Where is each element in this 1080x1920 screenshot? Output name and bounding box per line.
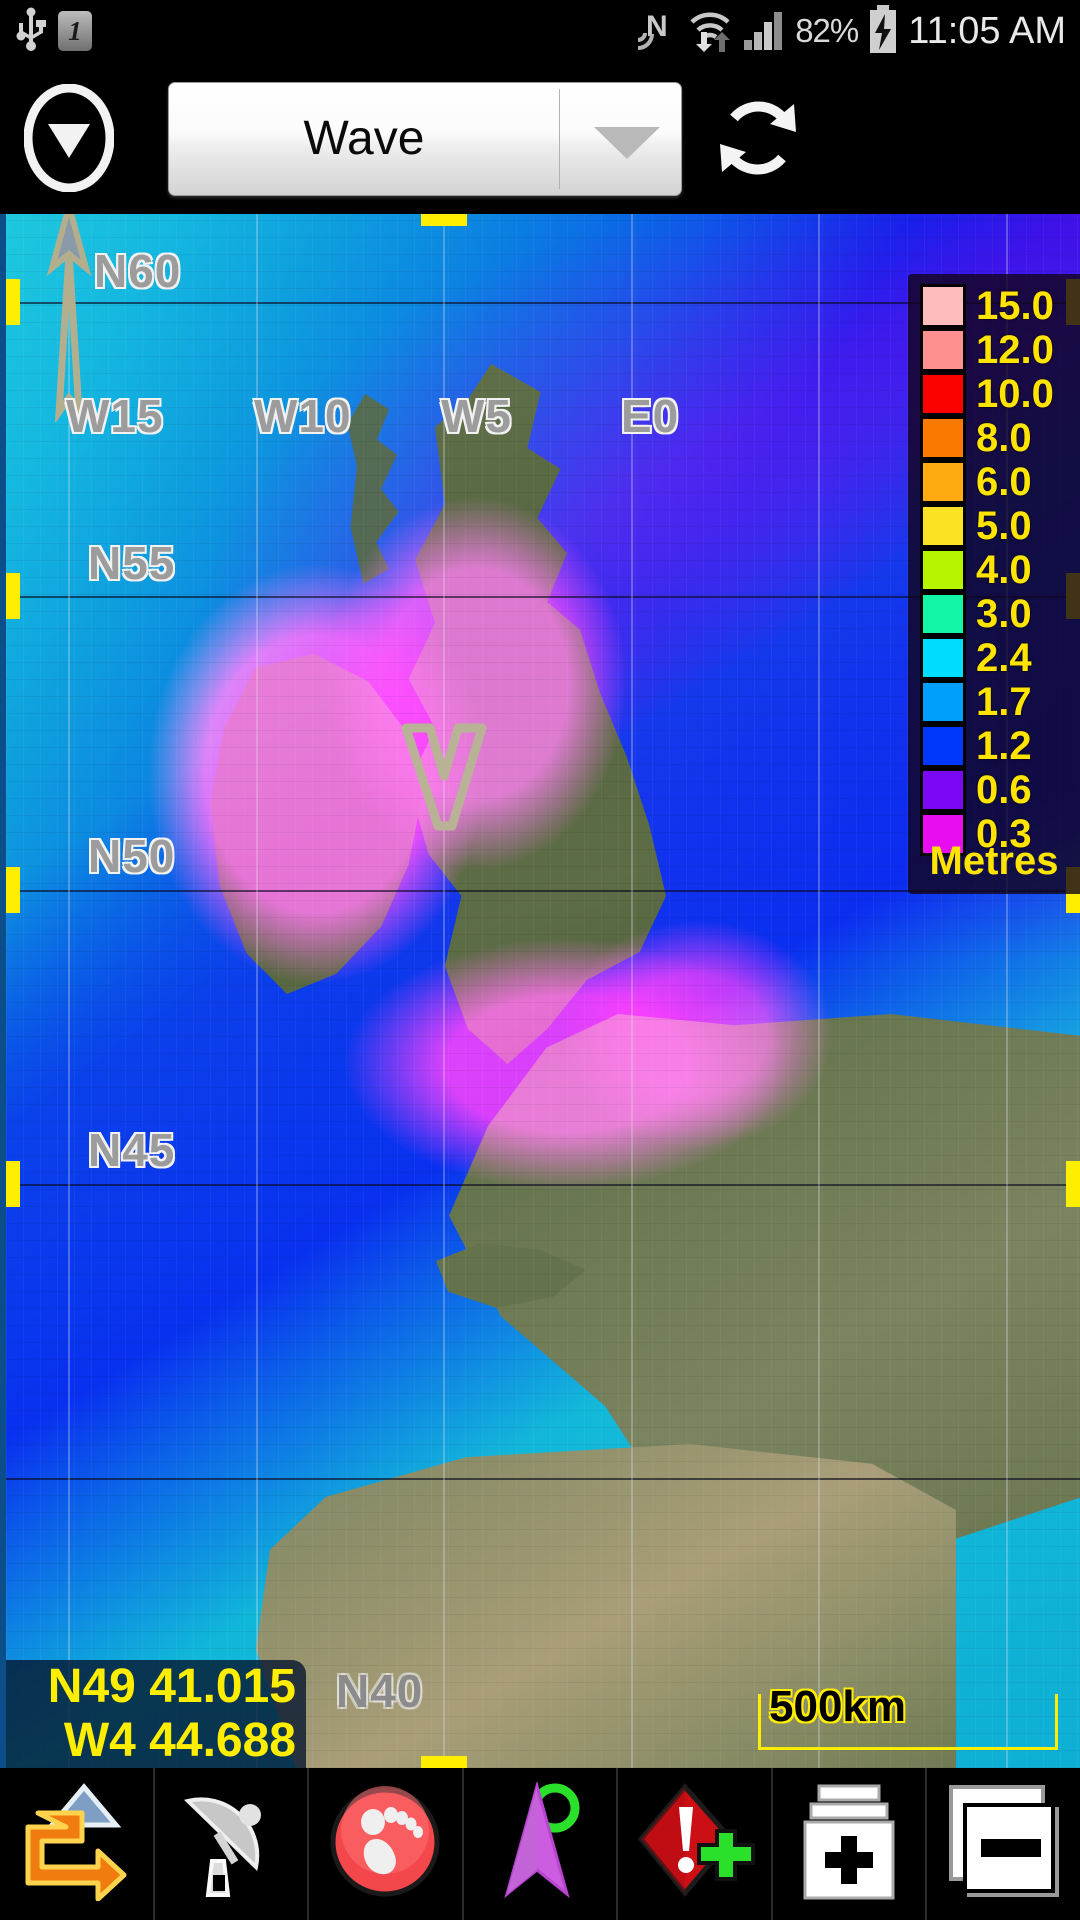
add-alarm-button[interactable]: [618, 1768, 773, 1920]
legend-value: 0.6: [976, 768, 1032, 812]
refresh-icon: [710, 101, 806, 190]
nfc-icon: N: [634, 6, 678, 57]
legend-swatch: [920, 416, 966, 460]
grid-label-e0: E0: [621, 390, 680, 442]
circle-down-caret-icon: [23, 83, 115, 196]
scale-bar: 500km: [758, 1682, 1058, 1750]
navigate-button[interactable]: [464, 1768, 619, 1920]
legend-value: 4.0: [976, 548, 1032, 592]
menu-button[interactable]: [23, 83, 115, 193]
battery-percent-label: 82%: [795, 12, 859, 49]
chevron-down-icon: [594, 127, 660, 159]
svg-text:N: N: [646, 10, 668, 43]
red-footprint-icon: [325, 1782, 445, 1907]
edge-tick-left-n50: [6, 867, 20, 913]
legend-value: 10.0: [976, 372, 1054, 416]
map-minus-icon: [945, 1783, 1063, 1906]
status-bar: 1 N 82% 11:05 AM: [0, 0, 1080, 62]
legend-unit-label: Metres: [929, 839, 1059, 883]
edge-tick-bottom-w5: [421, 1756, 467, 1768]
legend-value: 6.0: [976, 460, 1032, 504]
clock-label: 11:05 AM: [908, 9, 1066, 52]
legend-swatch: [920, 504, 966, 548]
battery-charging-icon: [867, 4, 899, 58]
edge-tick-left-n60: [6, 279, 20, 325]
edge-tick-left-n45: [6, 1161, 20, 1207]
grid-label-n40: N40: [336, 1665, 424, 1717]
map-canvas[interactable]: N60 W15 W10 W5 E0 N55 N50 N45 N40 15.0 12…: [6, 214, 1080, 1768]
scale-bar-label: 500km: [769, 1682, 907, 1731]
longitude-label: W4 44.688: [63, 1714, 296, 1767]
legend-value: 1.2: [976, 724, 1032, 768]
legend-swatch: [920, 592, 966, 636]
tracks-button[interactable]: [309, 1768, 464, 1920]
legend-value: 12.0: [976, 328, 1054, 372]
status-bar-left: 1: [14, 0, 92, 62]
gridline-lat-n45: [6, 1184, 1080, 1186]
legend-swatch: [920, 284, 966, 328]
refresh-button[interactable]: [710, 90, 806, 186]
mode-dropdown[interactable]: Wave: [168, 82, 682, 196]
weather-map[interactable]: N60 W15 W10 W5 E0 N55 N50 N45 N40 15.0 12…: [0, 214, 1080, 1768]
gridline-lon-w10: [256, 214, 258, 1768]
top-control-bar: Wave: [0, 62, 1080, 214]
satellite-dish-icon: [178, 1783, 284, 1906]
mode-dropdown-value: Wave: [303, 112, 425, 165]
map-plus-icon: [793, 1782, 905, 1907]
legend-value: 8.0: [976, 416, 1032, 460]
wave-height-legend: 15.0 12.0 10.0 8.0 6.0 5.0 4.0 3.0 2.4 1.7 1.2 0.6 0…: [908, 274, 1080, 894]
zoom-out-button[interactable]: [927, 1768, 1080, 1920]
legend-swatch: [920, 636, 966, 680]
latitude-label: N49 41.015: [47, 1660, 296, 1713]
gridline-lon-e0: [631, 214, 633, 1768]
route-zigzag-icon: [20, 1782, 132, 1906]
legend-value: 5.0: [976, 504, 1032, 548]
warning-plus-icon: [635, 1782, 755, 1906]
bottom-toolbar: [0, 1768, 1080, 1920]
grid-label-n45: N45: [88, 1124, 176, 1176]
gridline-lon-w5: [443, 214, 445, 1768]
status-bar-right: N 82% 11:05 AM: [634, 0, 1066, 62]
usb-icon: [14, 7, 48, 56]
edge-tick-top-w5: [421, 214, 467, 226]
legend-swatch: [920, 724, 966, 768]
legend-value: 1.7: [976, 680, 1032, 724]
gridline-lon-w15: [68, 214, 70, 1768]
cell-signal-icon: [742, 6, 786, 57]
edge-tick-left-n55: [6, 573, 20, 619]
satellite-button[interactable]: [155, 1768, 310, 1920]
route-button[interactable]: [0, 1768, 155, 1920]
grid-label-n50: N50: [88, 830, 176, 882]
legend-swatch: [920, 768, 966, 812]
gridline-lat-n40: [6, 1478, 1080, 1480]
coordinate-readout: N49 41.015 W4 44.688: [6, 1660, 306, 1768]
legend-swatch: [920, 548, 966, 592]
legend-value: 3.0: [976, 592, 1032, 636]
legend-swatch-column: [920, 284, 966, 856]
grid-label-w15: W15: [66, 390, 164, 442]
legend-value: 2.4: [976, 636, 1032, 680]
grid-label-w10: W10: [254, 390, 352, 442]
zoom-in-button[interactable]: [773, 1768, 928, 1920]
position-chevron-marker-icon[interactable]: [400, 722, 488, 832]
legend-swatch: [920, 372, 966, 416]
edge-tick-right-n45: [1066, 1161, 1080, 1207]
legend-swatch: [920, 680, 966, 724]
purple-nav-arrow-icon: [481, 1779, 599, 1907]
grid-label-n60: N60: [94, 245, 182, 297]
legend-value: 15.0: [976, 284, 1054, 328]
gridline-lon-e5: [818, 214, 820, 1768]
grid-label-n55: N55: [88, 537, 176, 589]
wifi-transfer-icon: [687, 6, 733, 57]
dropdown-divider: [559, 89, 560, 189]
sim-indicator: 1: [58, 11, 92, 51]
legend-swatch: [920, 328, 966, 372]
legend-value-column: 15.0 12.0 10.0 8.0 6.0 5.0 4.0 3.0 2.4 1.7 1.2 0.6 0…: [972, 284, 1078, 856]
grid-label-w5: W5: [441, 390, 512, 442]
legend-swatch: [920, 460, 966, 504]
